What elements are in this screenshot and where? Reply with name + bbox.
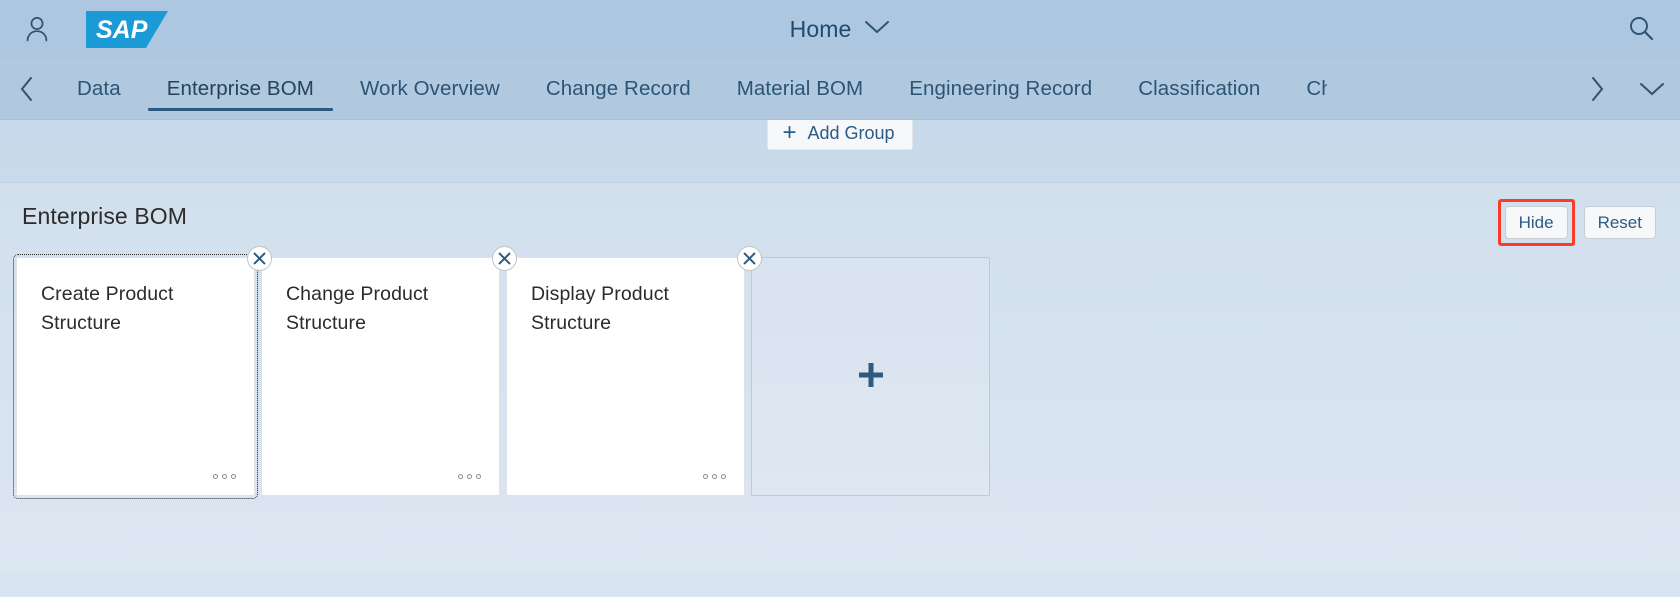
tab-label: Data bbox=[77, 76, 121, 100]
tab-truncated[interactable]: Cha bbox=[1283, 58, 1327, 119]
svg-text:SAP: SAP bbox=[96, 16, 148, 44]
tile-create-product-structure[interactable]: Create Product Structure bbox=[13, 254, 258, 499]
tab-label: Change Record bbox=[545, 76, 691, 100]
tile-title: Change Product Structure bbox=[286, 283, 429, 334]
tab-change-record[interactable]: Change Record bbox=[523, 58, 714, 119]
tab-data[interactable]: Data bbox=[54, 58, 144, 119]
tab-classification[interactable]: Classification bbox=[1115, 58, 1283, 119]
tab-enterprise-bom[interactable]: Enterprise BOM bbox=[144, 58, 337, 119]
tile-title: Create Product Structure bbox=[41, 283, 174, 334]
tab-strip: Data Enterprise BOM Work Overview Change… bbox=[54, 58, 1570, 119]
more-dots-icon[interactable] bbox=[703, 474, 726, 479]
plus-icon: + bbox=[782, 118, 797, 146]
group-title: Enterprise BOM bbox=[22, 202, 188, 229]
shell-header: SAP Home bbox=[0, 0, 1680, 58]
tile-slot: Change Product Structure bbox=[261, 246, 517, 496]
tab-engineering-record[interactable]: Engineering Record bbox=[886, 58, 1115, 119]
group-actions: Hide Reset bbox=[1497, 199, 1656, 246]
tile-title: Display Product Structure bbox=[531, 283, 670, 334]
add-group-button[interactable]: + Add Group bbox=[767, 118, 913, 150]
chevron-left-icon[interactable] bbox=[0, 58, 54, 119]
hide-button-annotation-highlight: Hide bbox=[1497, 199, 1575, 246]
more-dots-icon[interactable] bbox=[458, 474, 481, 479]
tile-change-product-structure[interactable]: Change Product Structure bbox=[261, 257, 500, 496]
close-icon[interactable] bbox=[247, 246, 272, 271]
close-icon[interactable] bbox=[737, 246, 762, 271]
chevron-down-icon[interactable] bbox=[864, 19, 890, 40]
sap-logo[interactable]: SAP bbox=[86, 11, 168, 48]
tile-slot bbox=[751, 257, 996, 496]
search-icon[interactable] bbox=[1624, 11, 1658, 45]
add-tile-button[interactable] bbox=[751, 257, 990, 496]
tab-label: Cha bbox=[1306, 76, 1328, 100]
add-group-label: Add Group bbox=[807, 123, 895, 143]
tile-display-product-structure[interactable]: Display Product Structure bbox=[506, 257, 745, 496]
group-header: Enterprise BOM Hide Reset bbox=[0, 183, 1680, 249]
navigation-tabbar: Data Enterprise BOM Work Overview Change… bbox=[0, 58, 1680, 120]
tab-work-overview[interactable]: Work Overview bbox=[337, 58, 523, 119]
shell-title-container: Home bbox=[0, 0, 1680, 58]
page-title: Home bbox=[789, 15, 852, 42]
more-dots-icon[interactable] bbox=[213, 474, 236, 479]
tab-label: Enterprise BOM bbox=[166, 76, 314, 100]
plus-icon bbox=[854, 358, 888, 396]
tab-material-bom[interactable]: Material BOM bbox=[714, 58, 887, 119]
tab-label: Engineering Record bbox=[909, 76, 1093, 100]
add-group-row: + Add Group bbox=[0, 118, 1680, 170]
enterprise-bom-group-panel: Enterprise BOM Hide Reset Create Product… bbox=[0, 182, 1680, 573]
user-avatar-icon[interactable] bbox=[22, 14, 52, 44]
tab-label: Material BOM bbox=[736, 76, 864, 100]
reset-button[interactable]: Reset bbox=[1583, 206, 1656, 239]
tab-label: Classification bbox=[1138, 76, 1261, 100]
fiori-launchpad: SAP Home Data Enterprise BOM Work Overvi… bbox=[0, 0, 1680, 597]
home-title-button[interactable]: Home bbox=[790, 16, 891, 43]
close-icon[interactable] bbox=[492, 246, 517, 271]
tile-slot: Display Product Structure bbox=[506, 246, 762, 496]
tab-overflow-chevron-down-icon[interactable] bbox=[1624, 58, 1680, 119]
tiles-container: Create Product Structure Change Product … bbox=[0, 246, 1680, 499]
hide-button[interactable]: Hide bbox=[1504, 206, 1568, 239]
chevron-right-icon[interactable] bbox=[1570, 58, 1624, 119]
tab-label: Work Overview bbox=[359, 76, 500, 100]
tile-slot: Create Product Structure bbox=[13, 246, 272, 499]
